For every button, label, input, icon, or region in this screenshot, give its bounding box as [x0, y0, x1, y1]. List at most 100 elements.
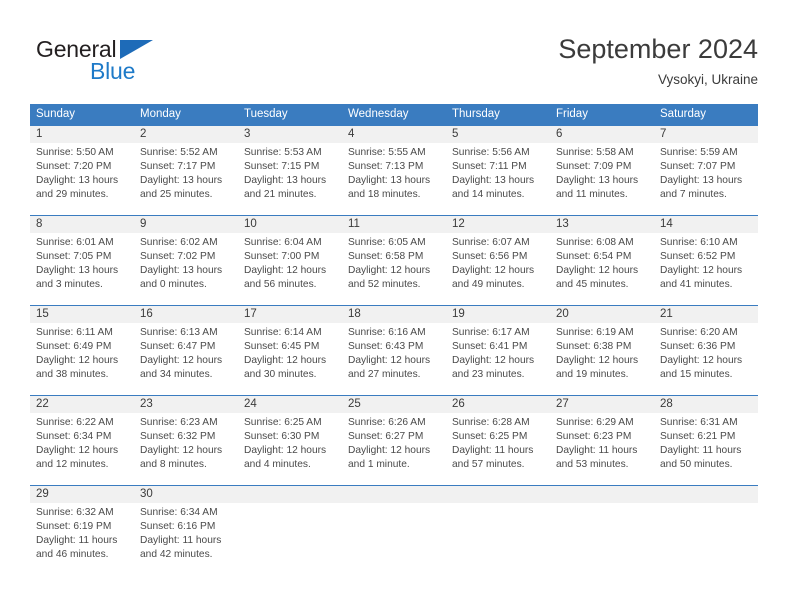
- page-title: September 2024: [558, 34, 758, 64]
- day-cell[interactable]: 19 Sunrise: 6:17 AM Sunset: 6:41 PM Dayl…: [446, 306, 550, 395]
- daylight-text-line2: and 1 minute.: [348, 459, 410, 471]
- day-info: Sunrise: 6:26 AM Sunset: 6:27 PM Dayligh…: [342, 413, 446, 472]
- daylight-text-line2: and 7 minutes.: [660, 189, 727, 201]
- sunset-text: Sunset: 6:32 PM: [140, 431, 216, 443]
- day-info: Sunrise: 6:28 AM Sunset: 6:25 PM Dayligh…: [446, 413, 550, 472]
- sunrise-text: Sunrise: 6:31 AM: [660, 417, 738, 428]
- daylight-text-line1: Daylight: 12 hours: [244, 355, 327, 367]
- day-number: 26: [446, 396, 550, 413]
- day-cell[interactable]: 17 Sunrise: 6:14 AM Sunset: 6:45 PM Dayl…: [238, 306, 342, 395]
- daylight-text-line2: and 4 minutes.: [244, 459, 311, 471]
- day-info: Sunrise: 5:56 AM Sunset: 7:11 PM Dayligh…: [446, 143, 550, 202]
- day-cell[interactable]: 20 Sunrise: 6:19 AM Sunset: 6:38 PM Dayl…: [550, 306, 654, 395]
- day-number: 29: [30, 486, 134, 503]
- day-cell[interactable]: 4 Sunrise: 5:55 AM Sunset: 7:13 PM Dayli…: [342, 126, 446, 215]
- sunrise-text: Sunrise: 6:34 AM: [140, 507, 218, 518]
- day-cell[interactable]: 6 Sunrise: 5:58 AM Sunset: 7:09 PM Dayli…: [550, 126, 654, 215]
- day-cell[interactable]: 29 Sunrise: 6:32 AM Sunset: 6:19 PM Dayl…: [30, 486, 134, 570]
- day-info: Sunrise: 6:14 AM Sunset: 6:45 PM Dayligh…: [238, 323, 342, 382]
- sunrise-text: Sunrise: 6:05 AM: [348, 237, 426, 248]
- daylight-text-line2: and 53 minutes.: [556, 459, 629, 471]
- day-cell[interactable]: 25 Sunrise: 6:26 AM Sunset: 6:27 PM Dayl…: [342, 396, 446, 485]
- day-cell[interactable]: 30 Sunrise: 6:34 AM Sunset: 6:16 PM Dayl…: [134, 486, 238, 570]
- sunrise-text: Sunrise: 6:11 AM: [36, 327, 113, 338]
- day-cell[interactable]: 13 Sunrise: 6:08 AM Sunset: 6:54 PM Dayl…: [550, 216, 654, 305]
- daylight-text-line1: Daylight: 12 hours: [140, 445, 223, 457]
- day-cell[interactable]: 18 Sunrise: 6:16 AM Sunset: 6:43 PM Dayl…: [342, 306, 446, 395]
- day-number: 12: [446, 216, 550, 233]
- location-subtitle: Vysokyi, Ukraine: [657, 72, 758, 87]
- daylight-text-line1: Daylight: 11 hours: [36, 535, 118, 547]
- sunset-text: Sunset: 7:13 PM: [348, 161, 424, 173]
- day-info: Sunrise: 6:01 AM Sunset: 7:05 PM Dayligh…: [30, 233, 134, 292]
- sunrise-text: Sunrise: 5:50 AM: [36, 147, 114, 158]
- daylight-text-line1: Daylight: 12 hours: [348, 445, 431, 457]
- day-cell[interactable]: 28 Sunrise: 6:31 AM Sunset: 6:21 PM Dayl…: [654, 396, 758, 485]
- title-block: September 2024 Vysokyi, Ukraine: [558, 32, 758, 90]
- day-info: Sunrise: 6:16 AM Sunset: 6:43 PM Dayligh…: [342, 323, 446, 382]
- day-cell[interactable]: 5 Sunrise: 5:56 AM Sunset: 7:11 PM Dayli…: [446, 126, 550, 215]
- day-number: 14: [654, 216, 758, 233]
- day-cell[interactable]: 10 Sunrise: 6:04 AM Sunset: 7:00 PM Dayl…: [238, 216, 342, 305]
- sunset-text: Sunset: 6:23 PM: [556, 431, 632, 443]
- daylight-text-line1: Daylight: 12 hours: [348, 355, 431, 367]
- day-number: 3: [238, 126, 342, 143]
- daylight-text-line1: Daylight: 12 hours: [244, 265, 327, 277]
- day-number: 10: [238, 216, 342, 233]
- weekday-header-tuesday: Tuesday: [244, 108, 288, 120]
- page-header: General Blue September 2024 Vysokyi, Ukr…: [0, 0, 792, 104]
- day-cell[interactable]: 11 Sunrise: 6:05 AM Sunset: 6:58 PM Dayl…: [342, 216, 446, 305]
- day-cell[interactable]: 22 Sunrise: 6:22 AM Sunset: 6:34 PM Dayl…: [30, 396, 134, 485]
- day-cell[interactable]: 14 Sunrise: 6:10 AM Sunset: 6:52 PM Dayl…: [654, 216, 758, 305]
- daylight-text-line2: and 14 minutes.: [452, 189, 525, 201]
- daylight-text-line1: Daylight: 12 hours: [556, 265, 639, 277]
- sunset-text: Sunset: 6:45 PM: [244, 341, 320, 353]
- sunset-text: Sunset: 7:00 PM: [244, 251, 320, 263]
- sunset-text: Sunset: 6:30 PM: [244, 431, 320, 443]
- day-cell[interactable]: 2 Sunrise: 5:52 AM Sunset: 7:17 PM Dayli…: [134, 126, 238, 215]
- daylight-text-line2: and 38 minutes.: [36, 369, 109, 381]
- sunset-text: Sunset: 7:11 PM: [452, 161, 527, 173]
- sunset-text: Sunset: 6:47 PM: [140, 341, 216, 353]
- daylight-text-line1: Daylight: 13 hours: [244, 175, 327, 187]
- day-number: 5: [446, 126, 550, 143]
- day-cell[interactable]: 23 Sunrise: 6:23 AM Sunset: 6:32 PM Dayl…: [134, 396, 238, 485]
- daylight-text-line1: Daylight: 12 hours: [140, 355, 223, 367]
- daylight-text-line1: Daylight: 12 hours: [556, 355, 639, 367]
- day-cell[interactable]: 27 Sunrise: 6:29 AM Sunset: 6:23 PM Dayl…: [550, 396, 654, 485]
- daylight-text-line2: and 21 minutes.: [244, 189, 317, 201]
- daylight-text-line1: Daylight: 12 hours: [36, 355, 119, 367]
- sunrise-text: Sunrise: 6:23 AM: [140, 417, 218, 428]
- day-cell[interactable]: 21 Sunrise: 6:20 AM Sunset: 6:36 PM Dayl…: [654, 306, 758, 395]
- day-cell[interactable]: 26 Sunrise: 6:28 AM Sunset: 6:25 PM Dayl…: [446, 396, 550, 485]
- day-cell[interactable]: 1 Sunrise: 5:50 AM Sunset: 7:20 PM Dayli…: [30, 126, 134, 215]
- day-number: [342, 486, 446, 503]
- daylight-text-line2: and 11 minutes.: [556, 189, 628, 201]
- daylight-text-line2: and 19 minutes.: [556, 369, 629, 381]
- general-blue-logo[interactable]: General Blue: [36, 36, 186, 84]
- day-number: 22: [30, 396, 134, 413]
- day-info: Sunrise: 6:19 AM Sunset: 6:38 PM Dayligh…: [550, 323, 654, 382]
- weekday-header-monday: Monday: [140, 108, 181, 120]
- day-cell[interactable]: 9 Sunrise: 6:02 AM Sunset: 7:02 PM Dayli…: [134, 216, 238, 305]
- day-cell[interactable]: 15 Sunrise: 6:11 AM Sunset: 6:49 PM Dayl…: [30, 306, 134, 395]
- daylight-text-line1: Daylight: 12 hours: [244, 445, 327, 457]
- day-info: Sunrise: 5:58 AM Sunset: 7:09 PM Dayligh…: [550, 143, 654, 202]
- day-info: Sunrise: 6:23 AM Sunset: 6:32 PM Dayligh…: [134, 413, 238, 472]
- daylight-text-line1: Daylight: 13 hours: [140, 265, 223, 277]
- week-row: 29 Sunrise: 6:32 AM Sunset: 6:19 PM Dayl…: [30, 485, 758, 570]
- day-cell[interactable]: 16 Sunrise: 6:13 AM Sunset: 6:47 PM Dayl…: [134, 306, 238, 395]
- day-info: Sunrise: 6:32 AM Sunset: 6:19 PM Dayligh…: [30, 503, 134, 562]
- sunrise-text: Sunrise: 6:32 AM: [36, 507, 114, 518]
- daylight-text-line2: and 0 minutes.: [140, 279, 207, 291]
- daylight-text-line2: and 46 minutes.: [36, 549, 109, 561]
- sunrise-text: Sunrise: 6:13 AM: [140, 327, 218, 338]
- sunrise-text: Sunrise: 6:01 AM: [36, 237, 114, 248]
- daylight-text-line2: and 34 minutes.: [140, 369, 213, 381]
- day-cell[interactable]: 8 Sunrise: 6:01 AM Sunset: 7:05 PM Dayli…: [30, 216, 134, 305]
- day-info: Sunrise: 6:22 AM Sunset: 6:34 PM Dayligh…: [30, 413, 134, 472]
- day-cell[interactable]: 7 Sunrise: 5:59 AM Sunset: 7:07 PM Dayli…: [654, 126, 758, 215]
- day-cell[interactable]: 3 Sunrise: 5:53 AM Sunset: 7:15 PM Dayli…: [238, 126, 342, 215]
- day-cell[interactable]: 24 Sunrise: 6:25 AM Sunset: 6:30 PM Dayl…: [238, 396, 342, 485]
- day-cell[interactable]: 12 Sunrise: 6:07 AM Sunset: 6:56 PM Dayl…: [446, 216, 550, 305]
